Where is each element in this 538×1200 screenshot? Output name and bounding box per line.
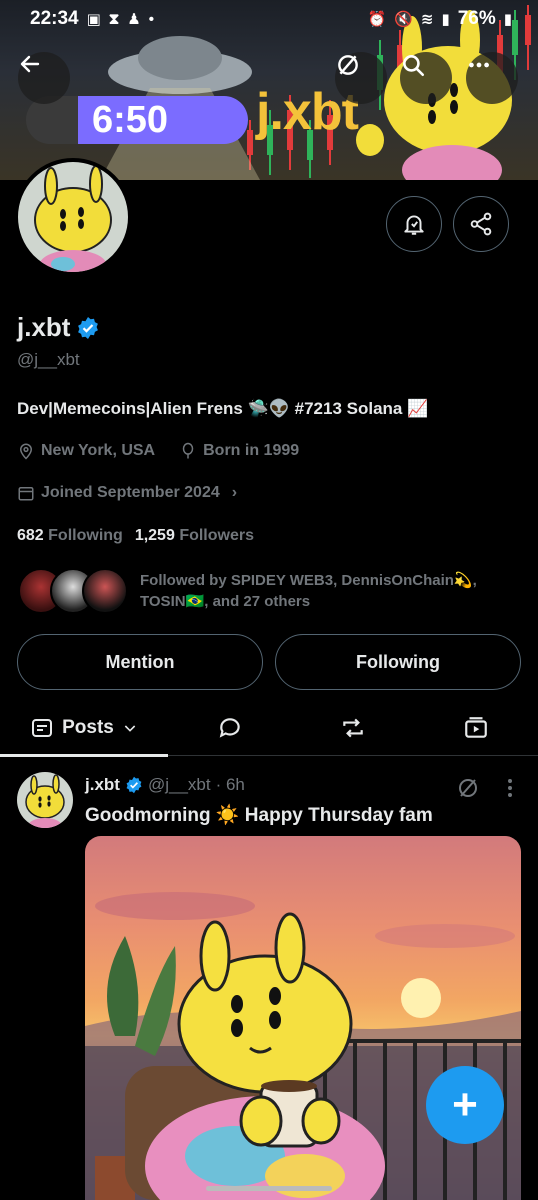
chevron-right-icon: ›	[231, 484, 238, 501]
profile-meta-row: New York, USA Born in 1999	[17, 442, 299, 460]
following-button[interactable]: Following	[275, 634, 521, 690]
timer-value: 6:50	[92, 98, 169, 141]
profile-tabs: Posts	[0, 700, 538, 757]
mention-button[interactable]: Mention	[17, 634, 263, 690]
gallery-icon: ▣	[86, 11, 101, 28]
followers-link[interactable]: 1,259 Followers	[135, 527, 254, 545]
tab-replies[interactable]	[168, 700, 291, 756]
gesture-home-bar[interactable]	[206, 1186, 332, 1191]
chevron-down-icon	[124, 724, 136, 732]
post-grok-button[interactable]	[456, 776, 480, 805]
post-author-handle[interactable]: @j__xbt	[148, 775, 211, 795]
back-button[interactable]	[18, 52, 70, 104]
media-video-icon	[465, 716, 488, 738]
more-options-button[interactable]	[466, 52, 518, 104]
avatar	[82, 568, 128, 614]
followed-by-text[interactable]: Followed by SPIDEY WEB3, DennisOnChain💫,…	[140, 570, 520, 612]
person-icon: ♟	[127, 11, 141, 28]
tab-posts[interactable]: Posts	[0, 700, 168, 757]
alarm-icon: ⏰	[367, 11, 387, 28]
following-label: Following	[48, 527, 123, 544]
search-button[interactable]	[400, 52, 452, 104]
repost-icon	[343, 718, 363, 737]
post-image[interactable]	[85, 836, 521, 1200]
profile-bio: Dev|Memecoins|Alien Frens 🛸👽 #7213 Solan…	[17, 399, 429, 418]
battery-icon: ▮	[503, 11, 512, 28]
more-vertical-icon	[508, 779, 512, 797]
post-author-avatar[interactable]	[17, 772, 73, 828]
grok-button[interactable]	[335, 52, 387, 104]
share-button[interactable]	[453, 196, 509, 252]
status-bar: 22:34 ▣ ⧗ ♟ • ⏰ 🔇 ≋ ▮ 76% ▮	[0, 0, 538, 38]
grok-icon	[459, 779, 477, 797]
back-arrow-icon	[20, 55, 40, 73]
compose-post-button[interactable]: +	[426, 1066, 504, 1144]
verified-badge-icon[interactable]	[76, 316, 100, 340]
balloon-icon	[182, 442, 194, 459]
profile-avatar[interactable]	[14, 158, 132, 276]
bell-plus-icon	[404, 215, 424, 235]
profile-handle: @j__xbt	[17, 350, 80, 369]
profile-birth: Born in 1999	[203, 442, 300, 459]
status-time: 22:34	[30, 8, 79, 29]
followers-label: Followers	[179, 527, 254, 544]
tab-reposts[interactable]	[291, 700, 414, 756]
profile-joined: Joined September 2024	[41, 484, 220, 501]
grok-icon	[338, 55, 358, 75]
following-count: 682	[17, 527, 44, 544]
share-icon	[470, 212, 492, 236]
location-pin-icon	[19, 443, 33, 460]
followers-count: 1,259	[134, 527, 175, 544]
profile-name: j.xbt	[17, 312, 71, 342]
following-link[interactable]: 682 Following	[17, 527, 123, 545]
post-text: Goodmorning ☀️ Happy Thursday fam	[85, 805, 433, 826]
more-horizontal-icon	[469, 62, 489, 68]
screen-timer-overlay: 6:50	[26, 96, 248, 144]
signal-icon: ▮	[441, 11, 450, 28]
hourglass-icon: ⧗	[108, 10, 120, 28]
search-icon	[403, 55, 425, 77]
verified-badge-icon	[126, 776, 142, 794]
post-timestamp[interactable]: · 6h	[216, 775, 245, 795]
reply-bubble-icon	[219, 717, 240, 738]
mute-icon: 🔇	[394, 11, 413, 28]
posts-list-icon	[32, 718, 53, 737]
profile-location: New York, USA	[41, 442, 156, 459]
post-image-art	[85, 892, 521, 1200]
post-author-name[interactable]: j.xbt	[85, 775, 120, 795]
battery-percent: 76%	[457, 8, 496, 29]
profile-joined-row[interactable]: Joined September 2024 ›	[17, 484, 237, 502]
avatar-art	[34, 165, 112, 272]
post-avatar-art	[25, 774, 65, 828]
tab-media[interactable]	[415, 700, 538, 756]
post-more-button[interactable]	[500, 776, 520, 805]
follow-counts: 682 Following 1,259 Followers	[17, 527, 254, 545]
wifi-icon: ≋	[420, 11, 434, 28]
calendar-icon	[18, 487, 34, 501]
mutual-followers-avatars[interactable]	[18, 568, 128, 614]
plus-icon: +	[452, 1080, 478, 1129]
profile-name-row: j.xbt	[17, 312, 100, 343]
tab-posts-label: Posts	[62, 716, 114, 738]
notifications-button[interactable]	[386, 196, 442, 252]
dot-icon: •	[148, 10, 155, 28]
post-header: j.xbt @j__xbt · 6h	[85, 775, 245, 795]
